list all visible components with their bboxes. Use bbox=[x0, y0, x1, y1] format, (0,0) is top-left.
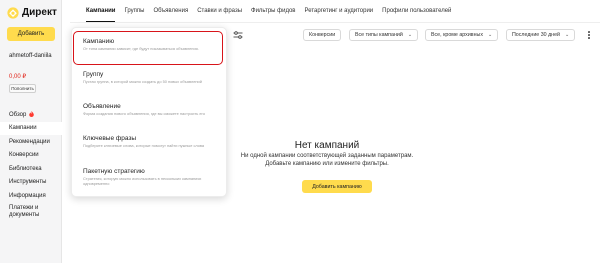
conversions-filter[interactable]: Конверсии bbox=[303, 29, 342, 41]
menu-item-description: Стратегия, которую можно использовать в … bbox=[83, 176, 202, 186]
empty-state-line-1: Ни одной кампании соответствующей заданн… bbox=[240, 153, 414, 159]
account-login[interactable]: ahmetoff-daniila bbox=[9, 53, 52, 59]
chevron-down-icon: ⌄ bbox=[407, 32, 413, 38]
add-button[interactable]: Добавить bbox=[7, 27, 55, 41]
add-campaign-button[interactable]: Добавить кампанию bbox=[302, 180, 372, 193]
menu-item-title: Группу bbox=[83, 71, 104, 78]
fire-icon bbox=[29, 110, 35, 119]
period-select[interactable]: Последние 30 дней ⌄ bbox=[506, 29, 576, 41]
menu-item-group[interactable]: Группу Пустая группа, в которой можно со… bbox=[83, 71, 223, 85]
sidebar-nav: Обзор Кампании Рекомендации Конверсии Би… bbox=[0, 108, 62, 221]
sidebar-item-label: Информация bbox=[9, 192, 46, 199]
sidebar-item-tools[interactable]: Инструменты bbox=[0, 176, 62, 190]
sidebar-item-library[interactable]: Библиотека bbox=[0, 162, 62, 176]
campaign-type-select[interactable]: Все типы кампаний ⌄ bbox=[349, 29, 419, 41]
sidebar-item-payments[interactable]: Платежи и документы bbox=[0, 203, 62, 221]
tab-user-profiles[interactable]: Профили пользователей bbox=[382, 0, 451, 22]
chevron-down-icon: ⌄ bbox=[487, 32, 493, 38]
menu-item-description: Форма создания нового объявления, где вы… bbox=[83, 111, 205, 116]
more-menu-icon[interactable] bbox=[585, 29, 593, 41]
account-balance: 0,00 ₽ bbox=[9, 74, 27, 80]
sidebar-item-label: Рекомендации bbox=[9, 138, 50, 145]
tab-retargeting[interactable]: Ретаргетинг и аудитории bbox=[304, 0, 373, 22]
sidebar-item-campaigns[interactable]: Кампании bbox=[0, 121, 62, 135]
menu-item-keywords[interactable]: Ключевые фразы Подберите ключевые слова,… bbox=[83, 135, 223, 149]
menu-item-description: Пустая группа, в которой можно создать д… bbox=[83, 79, 202, 84]
menu-item-ad[interactable]: Объявление Форма создания нового объявле… bbox=[83, 103, 223, 117]
filter-label: Все, кроме архивных bbox=[431, 32, 483, 38]
chevron-down-icon: ⌄ bbox=[565, 32, 570, 38]
sidebar-item-label: Кампании bbox=[9, 125, 37, 132]
sidebar-item-information[interactable]: Информация bbox=[0, 189, 62, 203]
direct-logo-icon bbox=[7, 6, 19, 19]
sidebar-item-label: Библиотека bbox=[9, 165, 42, 172]
filter-label: Все типы кампаний bbox=[355, 32, 403, 38]
top-tabs: Кампании Группы Объявления Ставки и фраз… bbox=[86, 0, 460, 22]
sidebar-item-label: Инструменты bbox=[9, 179, 47, 186]
topup-button[interactable]: Пополнить bbox=[9, 84, 36, 93]
menu-item-title: Ключевые фразы bbox=[83, 135, 137, 142]
logo-text: Директ bbox=[22, 6, 57, 18]
tab-feed-filters[interactable]: Фильтры фидов bbox=[251, 0, 295, 22]
sidebar-item-recommendations[interactable]: Рекомендации bbox=[0, 135, 62, 149]
sidebar-item-conversions[interactable]: Конверсии bbox=[0, 149, 62, 163]
menu-item-description: Подберите ключевые слова, которые помогу… bbox=[83, 143, 205, 148]
sidebar-item-label: Обзор bbox=[9, 111, 27, 118]
sidebar-item-overview[interactable]: Обзор bbox=[0, 108, 62, 122]
menu-item-package-strategy[interactable]: Пакетную стратегию Стратегия, которую мо… bbox=[83, 168, 223, 187]
settings-sliders-icon[interactable] bbox=[231, 29, 245, 41]
menu-item-title: Пакетную стратегию bbox=[83, 168, 145, 175]
empty-state-title: Нет кампаний bbox=[294, 140, 360, 151]
empty-state-text: Ни одной кампании соответствующей заданн… bbox=[215, 153, 439, 169]
empty-state-line-2: Добавьте кампанию или измените фильтры. bbox=[265, 160, 389, 167]
menu-item-title: Объявление bbox=[83, 103, 121, 110]
tab-campaigns[interactable]: Кампании bbox=[86, 0, 116, 22]
filter-label: Конверсии bbox=[309, 32, 336, 38]
sidebar-item-label: Платежи и документы bbox=[9, 205, 40, 218]
tab-bids-phrases[interactable]: Ставки и фразы bbox=[197, 0, 242, 22]
tab-ads[interactable]: Объявления bbox=[153, 0, 188, 22]
status-select[interactable]: Все, кроме архивных ⌄ bbox=[425, 29, 499, 41]
logo[interactable]: Директ bbox=[7, 6, 57, 19]
tab-groups[interactable]: Группы bbox=[124, 0, 144, 22]
tabs-divider bbox=[70, 22, 600, 23]
sidebar: Директ Добавить ahmetoff-daniila 0,00 ₽ … bbox=[0, 0, 62, 263]
filter-label: Последние 30 дней bbox=[512, 32, 560, 38]
highlight-outline bbox=[73, 31, 223, 65]
sidebar-item-label: Конверсии bbox=[9, 152, 39, 159]
